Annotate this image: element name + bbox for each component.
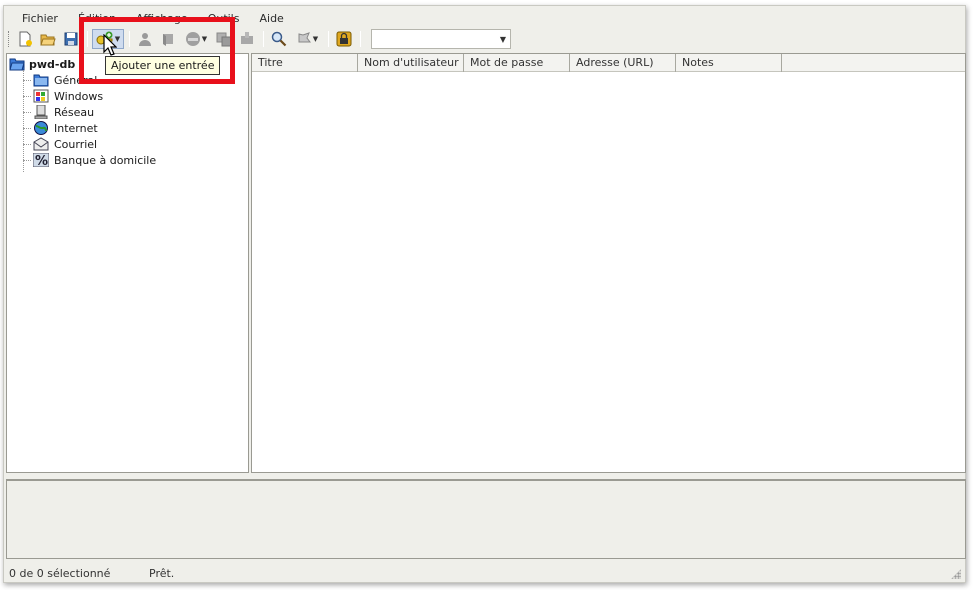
tree-connector: [23, 95, 31, 97]
tools-button[interactable]: ▼: [291, 29, 323, 49]
tree-item-reseau[interactable]: Réseau: [23, 104, 94, 120]
globe-icon: [34, 121, 48, 135]
mouse-cursor-icon: [103, 34, 117, 56]
group-tree[interactable]: pwd-db Général Windows Réseau Internet C…: [6, 53, 249, 473]
main-window: Fichier Édition Affichage Outils Aide ▼: [3, 5, 966, 583]
chevron-down-icon: ▼: [312, 35, 319, 43]
status-bar: 0 de 0 sélectionné Prêt.: [4, 564, 965, 582]
svg-text:%: %: [35, 154, 48, 167]
tree-connector: [23, 79, 31, 81]
tree-item-label: Courriel: [54, 137, 98, 151]
find-button[interactable]: [268, 29, 290, 49]
tree-item-banque[interactable]: % Banque à domicile: [23, 152, 156, 168]
tree-root-database[interactable]: pwd-db: [9, 56, 75, 72]
toolbar-grip[interactable]: [8, 31, 12, 47]
resize-grip[interactable]: [951, 569, 961, 579]
column-header-url[interactable]: Adresse (URL): [570, 54, 676, 72]
menu-aide[interactable]: Aide: [249, 7, 293, 27]
tree-connector: [23, 127, 31, 129]
column-header-notes[interactable]: Notes: [676, 54, 782, 72]
toolbar-separator: [328, 31, 329, 47]
quick-find-combo[interactable]: ▼: [371, 29, 511, 49]
column-header-password[interactable]: Mot de passe: [464, 54, 570, 72]
save-database-icon: [64, 32, 78, 46]
open-url-icon: [241, 32, 253, 44]
toolbar-separator: [360, 31, 361, 47]
lock-workspace-button[interactable]: [333, 29, 355, 49]
folder-icon: [33, 74, 49, 87]
menu-fichier[interactable]: Fichier: [12, 7, 68, 27]
chevron-down-icon[interactable]: ▼: [500, 35, 506, 44]
tree-item-courriel[interactable]: Courriel: [23, 136, 97, 152]
tree-item-label: Windows: [54, 89, 104, 103]
toolbar-separator: [263, 31, 264, 47]
mail-icon: [33, 137, 49, 151]
entry-list[interactable]: Titre Nom d'utilisateur Mot de passe Adr…: [251, 53, 966, 473]
new-database-icon: [19, 31, 32, 47]
percent-icon: %: [33, 153, 49, 167]
tree-connector: [23, 111, 31, 113]
entry-details-pane[interactable]: [6, 479, 966, 559]
tools-icon: [298, 32, 311, 43]
tree-item-windows[interactable]: Windows: [23, 88, 103, 104]
network-icon: [34, 105, 48, 119]
new-database-button[interactable]: [14, 29, 36, 49]
open-database-button[interactable]: [37, 29, 59, 49]
tree-connector: [23, 159, 31, 161]
database-folder-icon: [9, 58, 25, 71]
column-header-username[interactable]: Nom d'utilisateur: [358, 54, 464, 72]
open-database-icon: [40, 34, 56, 46]
open-url-button[interactable]: [236, 29, 258, 49]
lock-icon: [336, 31, 352, 47]
tree-connector: [23, 143, 31, 145]
list-header: Titre Nom d'utilisateur Mot de passe Adr…: [252, 54, 965, 72]
selection-count: 0 de 0 sélectionné: [9, 566, 111, 580]
tree-item-label: Banque à domicile: [54, 153, 157, 167]
tree-item-label: Réseau: [54, 105, 95, 119]
tooltip: Ajouter une entrée: [105, 56, 221, 75]
tree-item-label: Internet: [54, 121, 98, 135]
column-header-titre[interactable]: Titre: [252, 54, 358, 72]
windows-icon: [33, 89, 49, 103]
tree-item-internet[interactable]: Internet: [23, 120, 98, 136]
status-text: Prêt.: [149, 566, 175, 580]
find-icon: [271, 31, 287, 47]
tree-root-label: pwd-db: [29, 57, 76, 71]
